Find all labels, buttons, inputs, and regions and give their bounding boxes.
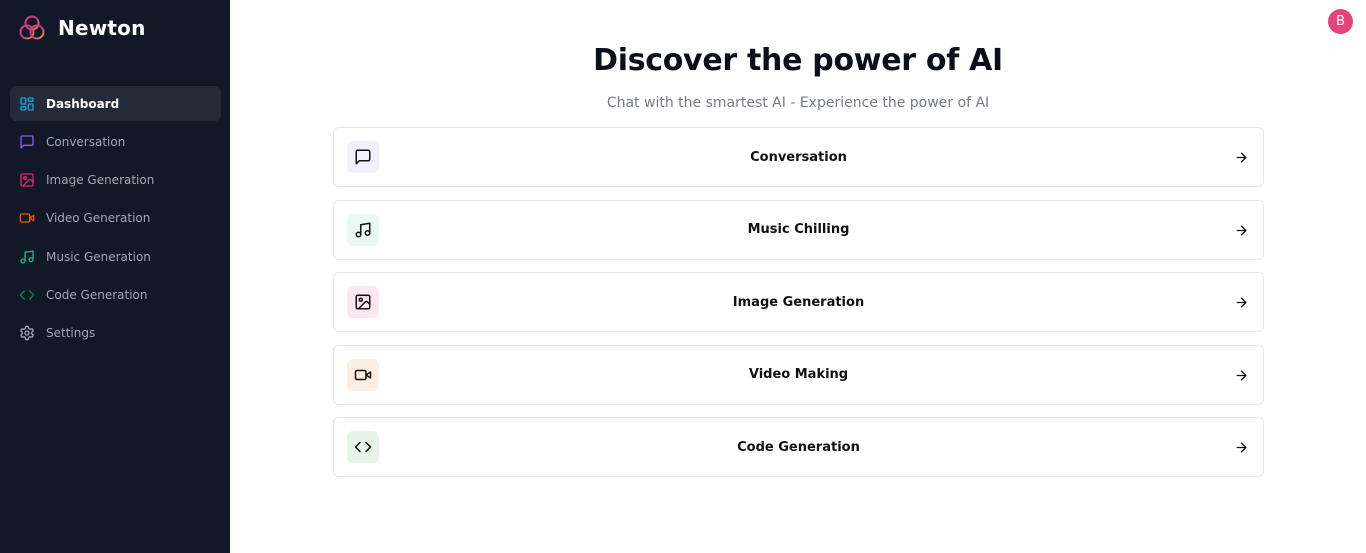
three-rings-logo-icon <box>19 15 45 40</box>
tool-card-video-making[interactable]: Video Making <box>333 344 1264 405</box>
page-title: Discover the power of AI <box>593 43 1003 78</box>
sidebar-item-label: Conversation <box>46 134 126 149</box>
image-icon <box>20 173 34 187</box>
sidebar-item-label: Image Generation <box>46 173 155 188</box>
arrow-right-icon <box>1236 152 1247 163</box>
tool-card-music-chilling[interactable]: Music Chilling <box>333 199 1264 260</box>
music-icon <box>20 250 34 264</box>
sidebar-item-label: Music Generation <box>46 249 151 264</box>
user-avatar[interactable]: B <box>1328 9 1353 34</box>
sidebar-item-music-generation[interactable]: Music Generation <box>10 239 221 274</box>
sidebar-item-dashboard[interactable]: Dashboard <box>10 86 221 121</box>
arrow-right-icon <box>1236 370 1247 380</box>
sidebar-item-code-generation[interactable]: Code Generation <box>10 277 221 312</box>
brand[interactable]: Newton <box>18 13 146 43</box>
sidebar-item-conversation[interactable]: Conversation <box>10 124 221 159</box>
layout-dashboard-icon <box>20 96 34 111</box>
tool-card-conversation[interactable]: Conversation <box>333 127 1264 187</box>
tool-cards: Conversation Music Chilling Image Genera… <box>333 127 1264 490</box>
sidebar-item-image-generation[interactable]: Image Generation <box>10 163 221 198</box>
tool-card-image-generation[interactable]: Image Generation <box>333 272 1264 332</box>
arrow-right-icon <box>1236 297 1247 308</box>
card-label: Image Generation <box>732 294 865 310</box>
arrow-right-icon <box>1236 225 1247 235</box>
message-square-icon <box>20 135 34 149</box>
settings-icon <box>20 325 34 341</box>
card-label: Code Generation <box>737 439 860 455</box>
sidebar-item-label: Code Generation <box>46 287 148 302</box>
sidebar: Newton Dashboard Conversation Image Gene… <box>0 0 230 553</box>
page-subtitle: Chat with the smartest AI - Experience t… <box>606 95 990 111</box>
card-label: Video Making <box>748 367 849 382</box>
code-icon <box>19 290 35 300</box>
sidebar-item-video-generation[interactable]: Video Generation <box>10 201 221 236</box>
arrow-right-icon <box>1236 442 1247 453</box>
card-label: Conversation <box>750 149 847 165</box>
card-label: Music Chilling <box>747 222 850 237</box>
sidebar-item-label: Video Generation <box>46 211 151 226</box>
sidebar-item-label: Dashboard <box>46 96 120 111</box>
sidebar-item-settings[interactable]: Settings <box>10 316 221 351</box>
tool-card-code-generation[interactable]: Code Generation <box>333 417 1264 477</box>
video-icon <box>19 213 35 224</box>
sidebar-nav: Dashboard Conversation Image Generation … <box>10 86 221 354</box>
brand-name: Newton <box>58 16 146 40</box>
sidebar-item-label: Settings <box>46 326 96 341</box>
